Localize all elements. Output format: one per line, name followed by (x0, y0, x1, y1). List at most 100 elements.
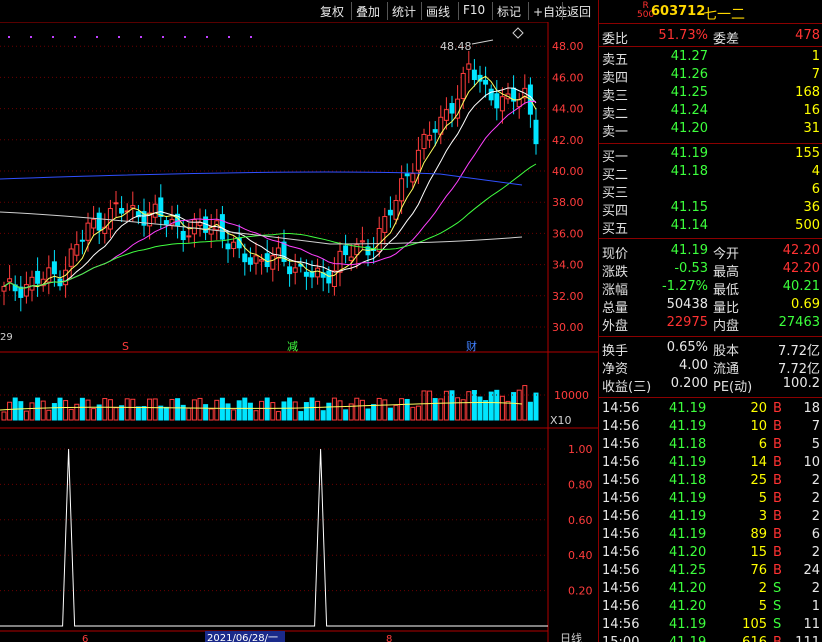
volume-bar (303, 402, 309, 421)
tick-volume: 2 (758, 581, 767, 596)
candle-body (303, 271, 309, 277)
quote-label: 外盘 (602, 319, 629, 334)
toolbar-button-3[interactable]: 画线 (426, 3, 450, 20)
tick-price: 41.20 (669, 599, 707, 614)
volume-bar (130, 398, 136, 421)
tick-row[interactable]: 14:56 41.20 5 S 1 (599, 598, 822, 616)
volume-bar (511, 392, 517, 421)
bid-row: 买二 41.18 4 (599, 163, 822, 183)
volume-bar (113, 407, 119, 421)
tick-row[interactable]: 14:56 41.19 3 B 2 (599, 508, 822, 526)
tick-row[interactable]: 14:56 41.19 10 B 7 (599, 418, 822, 436)
toolbar-button-4[interactable]: F10 (463, 3, 485, 17)
price-axis-label: 42.00 (552, 134, 584, 147)
volume-bar (141, 406, 147, 421)
ma20-line (3, 100, 537, 289)
toolbar-button-1[interactable]: 叠加 (356, 3, 380, 20)
indicator-axis-label: 1.00 (568, 443, 593, 456)
candle-body (315, 267, 321, 278)
tick-count: 5 (811, 437, 820, 452)
tick-row[interactable]: 14:56 41.25 76 B 24 (599, 562, 822, 580)
volume-bar (175, 398, 181, 421)
price-axis-label: 34.00 (552, 259, 584, 272)
toolbar-button-5[interactable]: 标记 (497, 3, 521, 20)
stat-value-2: 100.2 (782, 376, 820, 391)
tick-row[interactable]: 14:56 41.18 6 B 5 (599, 436, 822, 454)
tick-volume: 76 (750, 563, 767, 578)
volume-bar (326, 402, 332, 421)
tick-price: 41.20 (669, 545, 707, 560)
ask-price: 41.24 (670, 103, 708, 118)
signal-dot (118, 36, 120, 38)
candle-body (466, 63, 472, 70)
kline-chart[interactable]: 48.00 46.00 44.00 42.00 40.00 38.00 36.00 34.00… (0, 22, 598, 642)
quote-label-2: 内盘 (713, 319, 740, 334)
toolbar-button-7[interactable]: 返回 (567, 3, 591, 20)
tick-row[interactable]: 14:56 41.18 25 B 2 (599, 472, 822, 490)
bid-price: 41.18 (670, 164, 708, 179)
tick-time: 14:56 (602, 545, 640, 560)
tick-price: 41.19 (669, 509, 707, 524)
divider (599, 336, 822, 337)
candle-body (432, 129, 438, 133)
tick-row[interactable]: 14:56 41.19 89 B 6 (599, 526, 822, 544)
volume-bar (57, 397, 63, 421)
chart-canvas[interactable]: 48.00 46.00 44.00 42.00 40.00 38.00 36.00 34.00… (0, 22, 598, 642)
candle-body (96, 212, 102, 231)
volume-bar (23, 410, 29, 421)
volume-bar (365, 408, 371, 421)
tick-side: B (773, 635, 782, 642)
tick-side: B (773, 509, 782, 524)
volume-bar (18, 401, 24, 421)
tick-side: B (773, 545, 782, 560)
quote-panel: R 500 603712 七一二 委比 51.73% 委差 478 卖五 41.27 1 卖四 4… (598, 0, 822, 642)
toolbar-button-0[interactable]: 复权 (320, 3, 344, 20)
indicator-axis-label: 0.20 (568, 585, 593, 598)
candle-body (331, 270, 337, 288)
candle-body (393, 199, 399, 220)
bid-row: 买一 41.19 155 (599, 145, 822, 165)
tick-row[interactable]: 14:56 41.20 15 B 2 (599, 544, 822, 562)
indicator-axis-label: 0.60 (568, 514, 593, 527)
candle-body (399, 178, 405, 202)
tick-row[interactable]: 14:56 41.20 2 S 2 (599, 580, 822, 598)
volume-bar (242, 397, 248, 421)
tick-row[interactable]: 14:56 41.19 14 B 10 (599, 454, 822, 472)
volume-bar (51, 403, 57, 421)
indicator-axis-label: 0.40 (568, 549, 593, 562)
volume-bar (63, 400, 69, 421)
volume-bar (527, 401, 533, 421)
candle-body (247, 257, 253, 265)
bid-row: 买四 41.15 36 (599, 199, 822, 219)
ask-label: 卖一 (602, 125, 629, 140)
tick-row[interactable]: 14:56 41.19 5 B 2 (599, 490, 822, 508)
ask-price: 41.25 (670, 85, 708, 100)
volume-bar (79, 397, 85, 421)
toolbar-button-2[interactable]: 统计 (392, 3, 416, 20)
candle-body (471, 69, 477, 80)
price-axis-label: 30.00 (552, 321, 584, 334)
tick-volume: 3 (758, 509, 767, 524)
tick-row[interactable]: 14:56 41.19 105 S 11 (599, 616, 822, 634)
volume-bar (259, 400, 265, 421)
ma120-line (0, 211, 523, 245)
quote-row: 涨跌 -0.53 最高 42.20 (599, 260, 822, 280)
candle-body (427, 134, 433, 141)
tick-row[interactable]: 14:56 41.19 20 B 18 (599, 400, 822, 418)
volume-bar (270, 402, 276, 421)
quote-row: 现价 41.19 今开 42.20 (599, 242, 822, 262)
tick-price: 41.19 (669, 491, 707, 506)
ask-volume: 16 (803, 103, 820, 118)
candle-body (180, 230, 186, 241)
ask-price: 41.26 (670, 67, 708, 82)
stat-value: 0.200 (670, 376, 708, 391)
tick-volume: 6 (758, 437, 767, 452)
stock-name: 七一二 (703, 7, 745, 23)
bid-row: 买五 41.14 500 (599, 217, 822, 237)
volume-bar (292, 401, 298, 421)
candle-body (348, 256, 354, 261)
event-marker: 减 (287, 340, 298, 353)
tick-row[interactable]: 15:00 41.19 616 B 111 (599, 634, 822, 642)
volume-bar (231, 409, 237, 421)
volume-bar (135, 406, 141, 421)
